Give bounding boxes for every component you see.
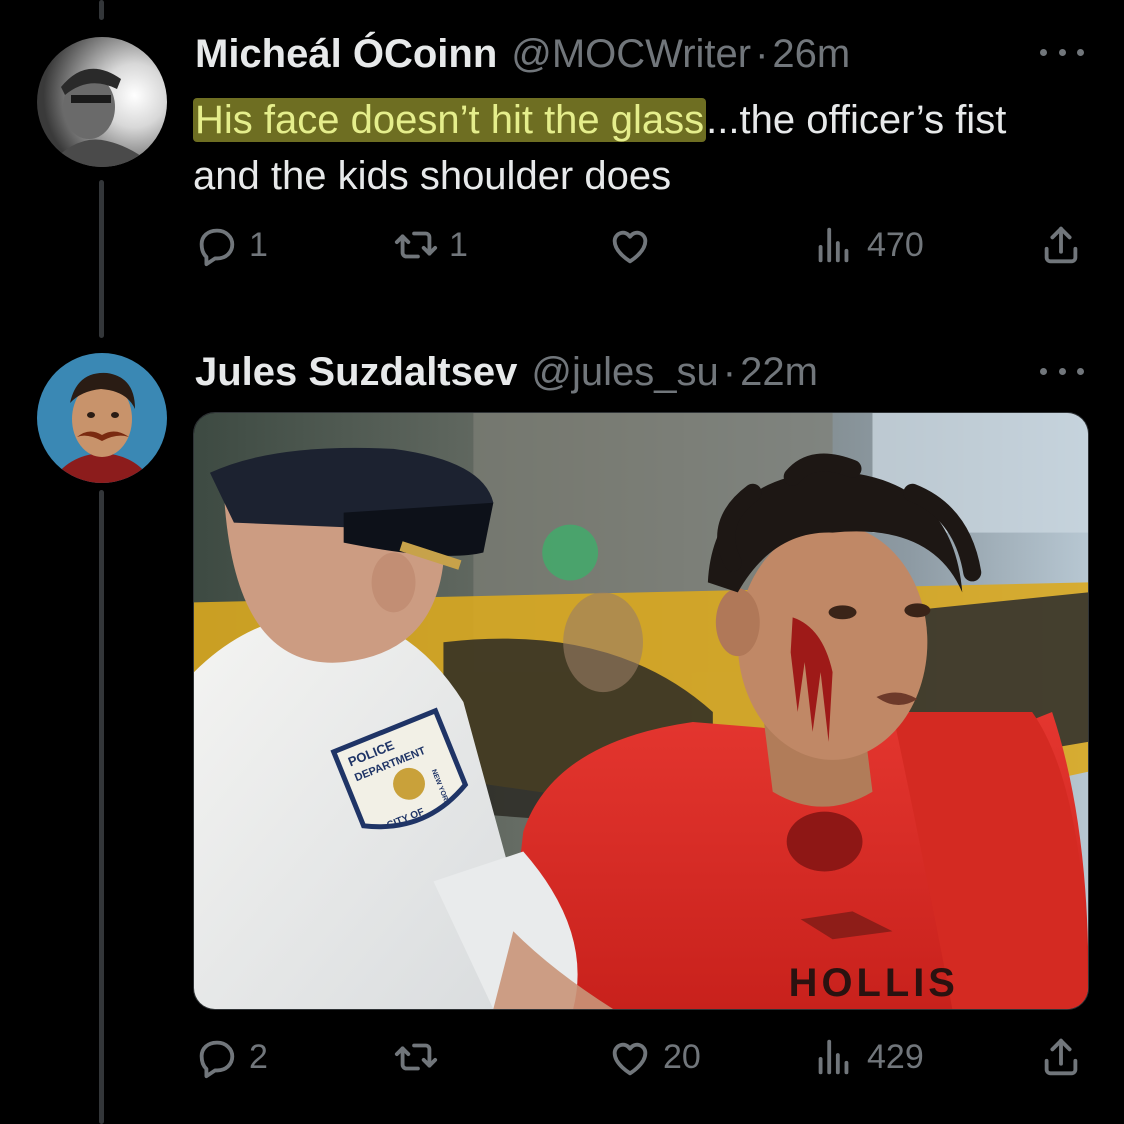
retweet-button[interactable]: 1: [393, 222, 468, 268]
highlighted-text: His face doesn’t hit the glass: [193, 98, 707, 142]
reply-icon: [199, 1040, 235, 1079]
thread-connector: [99, 180, 104, 338]
tweet-header: Micheál ÓCoinn @MOCWriter · 26m: [195, 30, 850, 78]
tweet-header: Jules Suzdaltsev @jules_su · 22m: [195, 348, 818, 396]
tweet-text: His face doesn’t hit the glass...the off…: [193, 92, 1073, 204]
thread-connector-bottom: [99, 490, 104, 1124]
tweet-actions: 2 20 429: [193, 1034, 1093, 1084]
like-button[interactable]: [607, 222, 663, 268]
reply-count: 2: [249, 1037, 268, 1076]
reply-count: 1: [249, 225, 268, 264]
avatar[interactable]: [37, 353, 167, 483]
author-name[interactable]: Jules Suzdaltsev: [195, 348, 517, 396]
reply-button[interactable]: 2: [193, 1034, 268, 1080]
timestamp[interactable]: 22m: [740, 348, 818, 396]
author-handle[interactable]: @jules_su: [531, 348, 718, 396]
reply-button[interactable]: 1: [193, 222, 268, 268]
share-button[interactable]: [1038, 1034, 1084, 1080]
like-icon: [612, 1042, 648, 1076]
separator-dot: ·: [755, 32, 769, 76]
more-icon[interactable]: [1040, 44, 1084, 60]
tweet-actions: 1 1 470: [193, 222, 1093, 272]
share-icon: [1044, 226, 1078, 264]
retweet-icon: [394, 231, 438, 259]
share-button[interactable]: [1038, 222, 1084, 268]
like-count: 20: [663, 1037, 701, 1076]
more-icon[interactable]: [1040, 363, 1084, 379]
avatar[interactable]: [37, 37, 167, 167]
views-icon: [818, 227, 849, 263]
retweet-count: 1: [449, 225, 468, 264]
separator-dot: ·: [722, 350, 737, 394]
like-icon: [612, 230, 648, 264]
timestamp[interactable]: 26m: [772, 30, 850, 78]
thread-connector-top: [99, 0, 104, 20]
views-icon: [818, 1039, 849, 1075]
retweet-button[interactable]: [393, 1034, 449, 1080]
shirt-text: HOLLIS: [789, 961, 959, 1005]
tweet-media-photo[interactable]: HOLLIS POLICE DEPARTMENT CITY OF NEW YOR…: [193, 412, 1089, 1010]
author-handle[interactable]: @MOCWriter: [511, 30, 751, 78]
views-button[interactable]: 470: [811, 222, 924, 268]
author-name[interactable]: Micheál ÓCoinn: [195, 30, 497, 78]
views-count: 429: [867, 1037, 924, 1076]
retweet-icon: [394, 1043, 438, 1071]
share-icon: [1044, 1038, 1078, 1076]
views-button[interactable]: 429: [811, 1034, 924, 1080]
views-count: 470: [867, 225, 924, 264]
like-button[interactable]: 20: [607, 1034, 701, 1080]
reply-icon: [199, 228, 235, 267]
